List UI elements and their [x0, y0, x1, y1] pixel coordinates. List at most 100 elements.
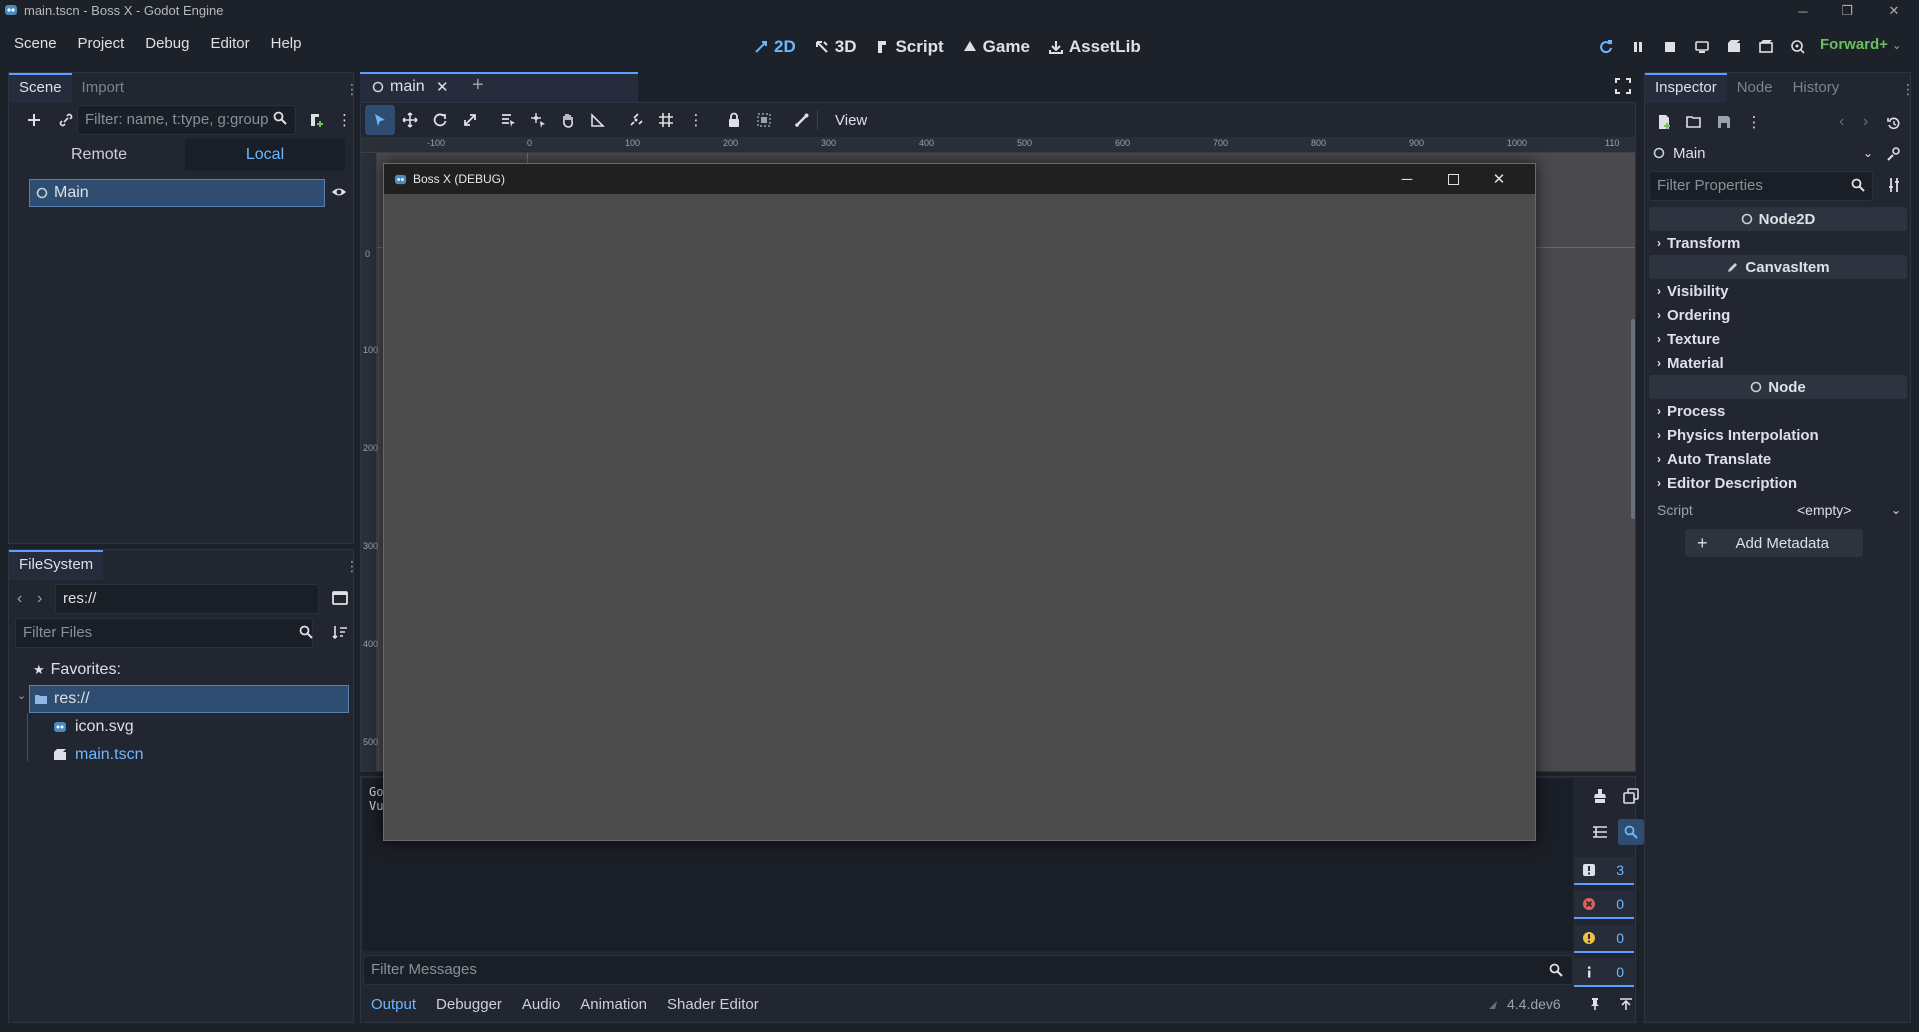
window-minimize-button[interactable]: ─: [1784, 0, 1822, 22]
tab-output[interactable]: Output: [361, 989, 426, 1021]
menu-scene[interactable]: Scene: [0, 26, 64, 62]
path-field[interactable]: res://: [55, 584, 319, 614]
list-select-icon[interactable]: [493, 105, 523, 135]
script-property-value[interactable]: <empty>: [1797, 502, 1891, 518]
move-mode-icon[interactable]: [395, 105, 425, 135]
tab-filesystem[interactable]: FileSystem: [9, 550, 104, 580]
split-view-icon[interactable]: [332, 591, 348, 605]
filter-files-input[interactable]: Filter Files: [15, 618, 313, 648]
filter-warnings-toggle[interactable]: 0: [1574, 925, 1634, 953]
tab-scene[interactable]: Scene: [9, 73, 72, 103]
new-resource-icon[interactable]: [1651, 109, 1677, 135]
update-spinner-icon[interactable]: [1487, 999, 1499, 1011]
pan-mode-icon[interactable]: [553, 105, 583, 135]
smart-snap-icon[interactable]: [621, 105, 651, 135]
tab-history[interactable]: History: [1783, 73, 1850, 103]
ruler-mode-icon[interactable]: [583, 105, 613, 135]
menu-debug[interactable]: Debug: [131, 26, 196, 62]
workspace-tab-game[interactable]: Game: [953, 29, 1039, 65]
property-group-auto-translate[interactable]: › Auto Translate: [1649, 447, 1907, 471]
remote-toggle[interactable]: Remote: [19, 139, 179, 171]
remote-deploy-icon[interactable]: [1686, 31, 1718, 63]
snap-options-icon[interactable]: ⋮: [681, 105, 711, 135]
game-close-button[interactable]: ✕: [1476, 164, 1522, 194]
attach-script-icon[interactable]: [303, 107, 329, 133]
local-toggle[interactable]: Local: [185, 139, 345, 171]
file-row-icon-svg[interactable]: icon.svg: [45, 713, 134, 741]
rotate-mode-icon[interactable]: [425, 105, 455, 135]
workspace-tab-2d[interactable]: 2D: [744, 29, 805, 65]
menu-editor[interactable]: Editor: [196, 26, 256, 62]
bone-icon[interactable]: [787, 105, 817, 135]
workspace-tab-3d[interactable]: 3D: [805, 29, 866, 65]
filter-errors-toggle[interactable]: 0: [1574, 891, 1634, 919]
workspace-tab-assetlib[interactable]: AssetLib: [1039, 29, 1150, 65]
property-group-transform[interactable]: › Transform: [1649, 231, 1907, 255]
pivot-icon[interactable]: [523, 105, 553, 135]
property-group-editor-description[interactable]: › Editor Description: [1649, 471, 1907, 495]
run-current-scene-icon[interactable]: [1718, 31, 1750, 63]
viewport-vscrollbar[interactable]: [1631, 319, 1635, 519]
game-maximize-button[interactable]: [1430, 164, 1476, 194]
filter-messages-input[interactable]: Filter Messages: [363, 955, 1573, 985]
nav-forward-icon[interactable]: ›: [37, 590, 42, 608]
scene-filter-input[interactable]: Filter: name, t:type, g:group: [77, 105, 296, 135]
object-history-icon[interactable]: [1887, 117, 1901, 131]
view-menu[interactable]: View: [831, 112, 871, 129]
scale-mode-icon[interactable]: [455, 105, 485, 135]
scene-tree-row-main[interactable]: Main: [29, 179, 325, 207]
object-selector[interactable]: Main ⌄: [1649, 139, 1873, 167]
filter-info-toggle[interactable]: 0: [1574, 959, 1634, 987]
game-minimize-button[interactable]: ─: [1384, 164, 1430, 194]
add-node-icon[interactable]: [21, 107, 47, 133]
select-mode-icon[interactable]: [365, 105, 395, 135]
window-maximize-button[interactable]: ❐: [1828, 0, 1866, 22]
property-group-visibility[interactable]: › Visibility: [1649, 279, 1907, 303]
dock-menu-icon[interactable]: ⋮: [1901, 81, 1915, 98]
load-resource-icon[interactable]: [1681, 109, 1707, 135]
visibility-eye-icon[interactable]: [331, 185, 347, 199]
chevron-down-icon[interactable]: ⌄: [1891, 503, 1901, 517]
group-icon[interactable]: [749, 105, 779, 135]
clear-output-icon[interactable]: [1587, 783, 1613, 809]
tab-animation[interactable]: Animation: [570, 989, 657, 1021]
property-group-material[interactable]: › Material: [1649, 351, 1907, 375]
property-options-icon[interactable]: [1887, 177, 1903, 193]
tab-audio[interactable]: Audio: [512, 989, 570, 1021]
history-forward-icon[interactable]: ›: [1863, 113, 1868, 131]
new-scene-tab-icon[interactable]: +: [472, 74, 484, 97]
add-metadata-button[interactable]: + Add Metadata: [1685, 529, 1863, 557]
menu-project[interactable]: Project: [64, 26, 132, 62]
dock-menu-icon[interactable]: ⋮: [345, 558, 359, 575]
sort-icon[interactable]: [332, 625, 348, 639]
stop-icon[interactable]: [1654, 31, 1686, 63]
workspace-tab-script[interactable]: Script: [865, 29, 952, 65]
menu-help[interactable]: Help: [257, 26, 309, 62]
nav-back-icon[interactable]: ‹: [17, 590, 22, 608]
grid-snap-icon[interactable]: [651, 105, 681, 135]
chevron-down-icon[interactable]: ⌄: [17, 689, 26, 702]
link-scene-icon[interactable]: [53, 107, 79, 133]
collapse-duplicates-icon[interactable]: [1587, 819, 1613, 845]
scene-tree-menu-icon[interactable]: ⋮: [337, 111, 352, 129]
resource-menu-icon[interactable]: ⋮: [1741, 109, 1767, 135]
run-custom-scene-icon[interactable]: [1750, 31, 1782, 63]
movie-maker-icon[interactable]: [1782, 31, 1814, 63]
reload-icon[interactable]: [1590, 31, 1622, 63]
copy-output-icon[interactable]: [1618, 783, 1644, 809]
filter-properties-input[interactable]: Filter Properties: [1649, 171, 1873, 201]
file-row-main-tscn[interactable]: main.tscn: [45, 741, 143, 769]
filesystem-row-res[interactable]: res://: [29, 685, 349, 713]
search-toggle-icon[interactable]: [1618, 819, 1644, 845]
history-back-icon[interactable]: ‹: [1839, 113, 1844, 131]
game-debug-window[interactable]: Boss X (DEBUG) ─ ✕: [383, 163, 1536, 841]
close-tab-icon[interactable]: ✕: [436, 78, 449, 96]
pin-panel-icon[interactable]: [1589, 997, 1601, 1011]
scene-tab-main[interactable]: main ✕: [360, 72, 638, 102]
property-group-ordering[interactable]: › Ordering: [1649, 303, 1907, 327]
dock-menu-icon[interactable]: ⋮: [345, 81, 359, 98]
window-close-button[interactable]: ✕: [1875, 0, 1913, 22]
property-group-texture[interactable]: › Texture: [1649, 327, 1907, 351]
tab-shader-editor[interactable]: Shader Editor: [657, 989, 769, 1021]
favorites-row[interactable]: ★ Favorites:: [33, 656, 121, 684]
